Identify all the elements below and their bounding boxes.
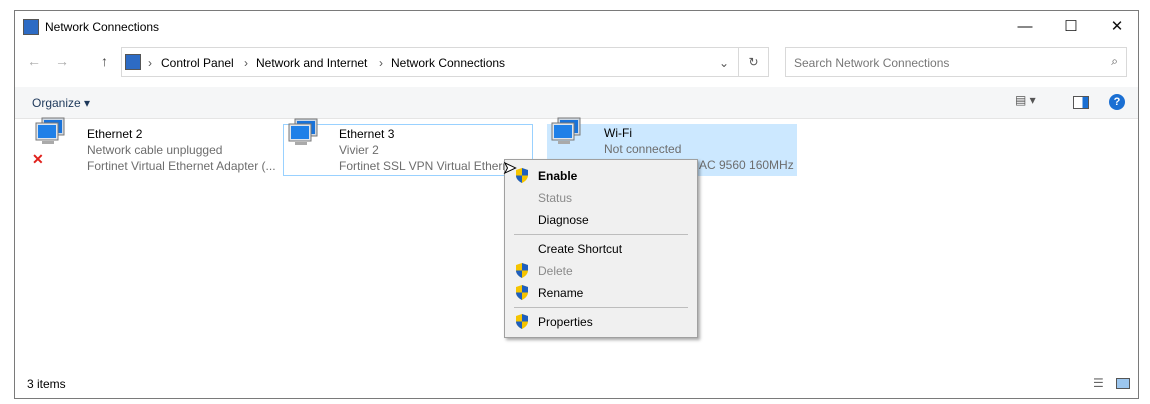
menu-item-diagnose[interactable]: Diagnose bbox=[538, 213, 589, 227]
breadcrumb-control-panel[interactable]: Control Panel bbox=[161, 56, 234, 70]
network-folder-icon bbox=[23, 19, 39, 35]
breadcrumb-separator: › bbox=[244, 56, 248, 70]
menu-item-properties[interactable]: Properties bbox=[538, 315, 593, 329]
maximize-button[interactable]: ☐ bbox=[1048, 11, 1094, 43]
breadcrumb-separator: › bbox=[148, 56, 152, 70]
details-view-icon[interactable]: ☰ bbox=[1093, 376, 1104, 390]
change-view-icon[interactable]: ▤ ▾ bbox=[1015, 93, 1036, 107]
breadcrumb-network-connections[interactable]: Network Connections bbox=[391, 56, 505, 70]
network-adapter-icon bbox=[287, 118, 327, 152]
menu-item-create-shortcut[interactable]: Create Shortcut bbox=[538, 242, 622, 256]
preview-pane-icon[interactable] bbox=[1073, 96, 1089, 109]
item-count: 3 items bbox=[27, 377, 66, 391]
connection-device: AC 9560 160MHz bbox=[699, 158, 794, 172]
control-panel-icon bbox=[125, 54, 141, 70]
wireless-adapter-icon bbox=[550, 117, 590, 151]
connection-name: Ethernet 3 bbox=[339, 127, 395, 141]
menu-separator bbox=[514, 307, 688, 308]
connection-ethernet-3[interactable]: Ethernet 3 Vivier 2 Fortinet SSL VPN Vir… bbox=[283, 124, 533, 176]
connection-name: Wi-Fi bbox=[604, 126, 632, 140]
search-input[interactable]: Search Network Connections ⌕ bbox=[785, 47, 1127, 77]
connection-device: Fortinet SSL VPN Virtual Etherne bbox=[339, 159, 516, 173]
search-placeholder: Search Network Connections bbox=[794, 56, 950, 70]
close-button[interactable]: ✕ bbox=[1094, 11, 1140, 43]
connection-ethernet-2[interactable]: ✕ Ethernet 2 Network cable unplugged For… bbox=[30, 113, 280, 173]
menu-item-rename[interactable]: Rename bbox=[538, 286, 583, 300]
window-title: Network Connections bbox=[45, 20, 160, 34]
mouse-cursor-icon: ➤ bbox=[502, 160, 517, 178]
uac-shield-icon bbox=[515, 263, 529, 278]
large-icons-view-icon[interactable] bbox=[1116, 378, 1130, 389]
menu-item-status[interactable]: Status bbox=[538, 191, 572, 205]
refresh-button[interactable]: ↻ bbox=[739, 47, 769, 77]
title-bar: Network Connections — ☐ ✕ bbox=[15, 11, 1138, 43]
connection-name: Ethernet 2 bbox=[87, 127, 143, 141]
connection-status: Not connected bbox=[604, 142, 682, 156]
uac-shield-icon bbox=[515, 285, 529, 300]
menu-separator bbox=[514, 234, 688, 235]
up-arrow-icon[interactable]: ↑ bbox=[101, 53, 108, 69]
minimize-button[interactable]: — bbox=[1002, 11, 1048, 43]
connection-status: Network cable unplugged bbox=[87, 143, 223, 157]
network-adapter-icon bbox=[34, 117, 74, 151]
menu-item-enable[interactable]: Enable bbox=[538, 169, 577, 183]
organize-button[interactable]: Organize ▾ bbox=[32, 96, 90, 110]
context-menu: Enable Status Diagnose Create Shortcut D… bbox=[504, 159, 698, 338]
refresh-icon: ↻ bbox=[748, 55, 759, 69]
address-bar[interactable]: › Control Panel › Network and Internet ›… bbox=[121, 47, 739, 77]
uac-shield-icon bbox=[515, 314, 529, 329]
breadcrumb-separator: › bbox=[379, 56, 383, 70]
search-icon: ⌕ bbox=[1111, 54, 1118, 68]
menu-item-delete[interactable]: Delete bbox=[538, 264, 573, 278]
uac-shield-icon bbox=[515, 168, 529, 183]
connection-device: Fortinet Virtual Ethernet Adapter (... bbox=[87, 159, 276, 173]
forward-arrow-icon[interactable]: → bbox=[55, 53, 69, 69]
help-button[interactable]: ? bbox=[1109, 94, 1125, 110]
connection-status: Vivier 2 bbox=[339, 143, 379, 157]
back-arrow-icon[interactable]: ← bbox=[27, 53, 41, 69]
disconnected-x-icon: ✕ bbox=[32, 151, 44, 167]
chevron-down-icon[interactable]: ⌄ bbox=[719, 56, 729, 70]
breadcrumb-network-and-internet[interactable]: Network and Internet bbox=[256, 56, 367, 70]
